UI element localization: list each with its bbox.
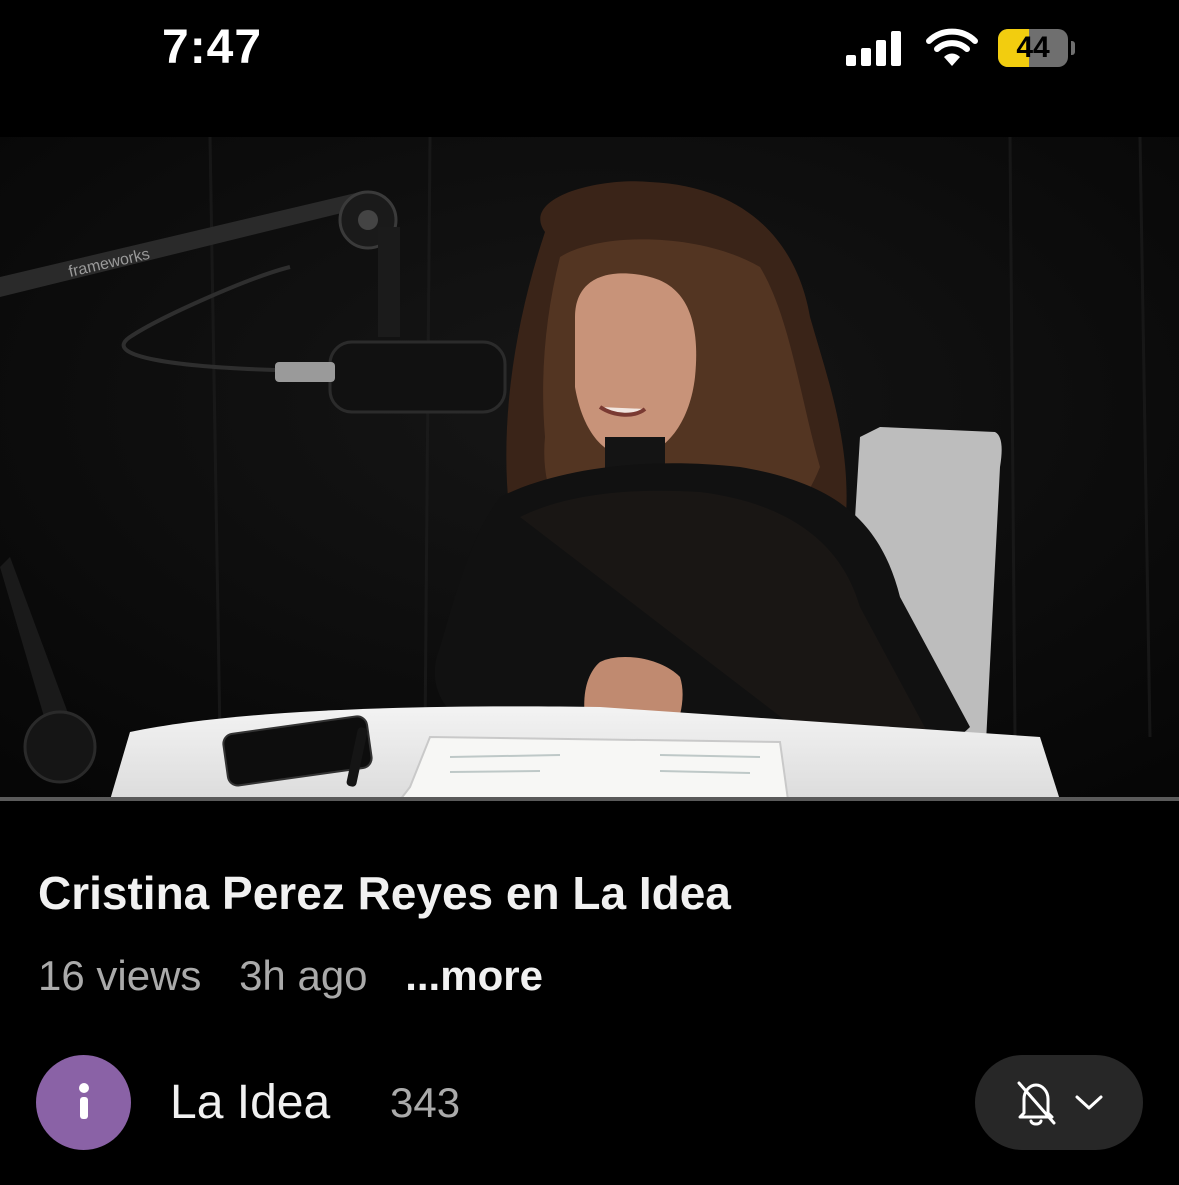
chevron-down-icon	[1075, 1095, 1103, 1109]
status-bar: 7:47 44	[0, 0, 1179, 137]
notification-settings-button[interactable]	[975, 1055, 1143, 1150]
video-metadata[interactable]: 16 views 3h ago ...more	[38, 952, 569, 1000]
battery-percentage: 44	[1016, 31, 1050, 64]
video-player[interactable]: frameworks	[0, 137, 1179, 800]
more-link[interactable]: ...more	[405, 952, 543, 999]
video-frame: frameworks	[0, 137, 1179, 800]
battery-icon: 44	[998, 29, 1075, 67]
video-title[interactable]: Cristina Perez Reyes en La Idea	[38, 866, 731, 920]
subscriber-count: 343	[390, 1079, 461, 1126]
video-progress-bar[interactable]	[0, 797, 1179, 801]
view-count: 16 views	[38, 952, 202, 999]
cellular-signal-icon	[846, 31, 901, 66]
status-time: 7:47	[162, 21, 263, 74]
channel-avatar[interactable]	[36, 1055, 131, 1150]
wifi-icon	[926, 28, 978, 66]
channel-name[interactable]: La Idea	[170, 1075, 330, 1130]
avatar-letter-i	[78, 1082, 89, 1119]
bell-off-icon	[1017, 1081, 1056, 1125]
upload-age: 3h ago	[239, 952, 368, 999]
